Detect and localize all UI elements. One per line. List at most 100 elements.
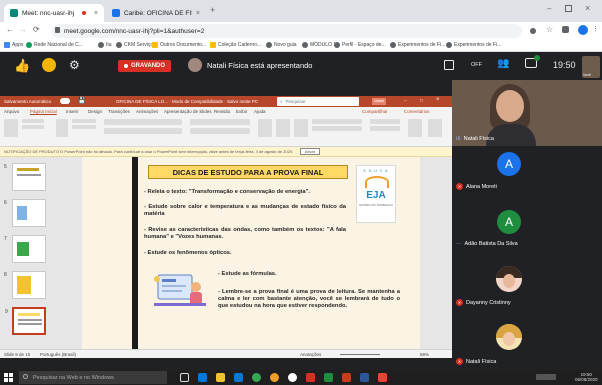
edge-icon[interactable] <box>198 373 207 382</box>
share-button[interactable]: Compartilhar <box>362 109 388 114</box>
participant-tile[interactable]: ··· Adão Batista Da Silva <box>456 241 518 247</box>
quick-styles-icon[interactable] <box>294 119 308 137</box>
dictate-icon[interactable] <box>408 119 422 137</box>
close-window-icon[interactable]: × <box>585 3 590 13</box>
bookmark[interactable]: Novo guia <box>266 42 297 48</box>
ppt-close-icon[interactable]: × <box>436 97 440 103</box>
ppt-user[interactable]: Natali <box>372 98 386 105</box>
notes-button[interactable]: Anotações <box>300 352 321 357</box>
task-view-icon[interactable] <box>180 373 189 382</box>
tab-apresentacao[interactable]: Apresentação de Slides <box>164 109 212 114</box>
ppt-minimize-icon[interactable]: – <box>404 98 407 103</box>
new-slide-icon[interactable] <box>56 119 68 137</box>
menu-dots-icon[interactable]: ⋮ <box>592 25 599 33</box>
tab-design[interactable]: Design <box>88 109 102 114</box>
autosave-toggle[interactable] <box>60 98 70 104</box>
puzzle-icon[interactable] <box>562 26 569 33</box>
minimize-icon[interactable]: – <box>547 4 551 13</box>
tab-ajuda[interactable]: Ajuda <box>254 109 266 114</box>
people-icon[interactable]: 👥 <box>497 58 509 69</box>
acrobat-icon[interactable] <box>342 373 351 382</box>
store-icon[interactable] <box>234 373 243 382</box>
settings-gear-icon[interactable]: ⚙ <box>69 58 80 72</box>
bookmark[interactable]: Experimentos de Fi... <box>446 42 501 48</box>
participant-tile[interactable]: ✕ Dayanny Cristinny <box>456 299 511 306</box>
word-icon[interactable] <box>360 373 369 382</box>
taskbar-clock[interactable]: 19:50 06/08/2020 <box>575 372 598 382</box>
bookmark[interactable]: Perfil - Espaço de... <box>334 42 386 48</box>
tab-inserir[interactable]: Inserir <box>66 109 79 114</box>
windows-start-icon[interactable] <box>4 373 13 382</box>
emoji-face-icon[interactable] <box>42 58 56 72</box>
replace-icon[interactable] <box>370 126 400 131</box>
paste-icon[interactable] <box>4 119 18 137</box>
app-icon[interactable] <box>288 373 297 382</box>
forward-icon[interactable]: → <box>19 25 27 34</box>
tab-meet[interactable]: Meet: nnc-uasr-ihj × <box>4 4 104 22</box>
firefox-icon[interactable] <box>270 373 279 382</box>
participant-tile-camera[interactable]: ılı Natali Física <box>452 80 602 146</box>
shape-outline-icon[interactable] <box>312 126 362 131</box>
back-icon[interactable]: ← <box>6 25 14 34</box>
save-icon[interactable]: 💾 <box>78 97 85 104</box>
bookmark[interactable]: MÓDULO 1 <box>302 42 336 48</box>
layout-icon[interactable] <box>72 119 96 123</box>
bookmark[interactable]: Ita <box>98 42 112 48</box>
tab-exibir[interactable]: Exibir <box>236 109 247 114</box>
slide-thumbnail[interactable]: 6 <box>4 199 46 227</box>
star-icon[interactable]: ☆ <box>546 25 553 34</box>
taskbar-search-input[interactable]: Pesquisar na Web e no Windows <box>19 371 167 384</box>
bookmark-apps[interactable]: Apps <box>4 42 23 48</box>
shape-fill-icon[interactable] <box>312 119 362 124</box>
self-view-thumbnail[interactable]: Você <box>582 56 600 78</box>
bookmark[interactable]: CKM Serviços <box>116 42 156 48</box>
file-explorer-icon[interactable] <box>216 373 225 382</box>
chrome-icon[interactable] <box>252 373 261 382</box>
bookmark[interactable]: Outros Documento... <box>152 42 206 48</box>
tab-animacoes[interactable]: Animações <box>136 109 158 114</box>
reset-icon[interactable] <box>72 125 96 129</box>
slide-thumbnail-selected[interactable]: 9 <box>5 307 46 335</box>
tab-pagina-inicial[interactable]: Página Inicial <box>30 109 57 114</box>
font-family-select[interactable] <box>104 119 182 125</box>
tab-arquivo[interactable]: Arquivo <box>4 109 19 114</box>
bookmark[interactable]: Rede Nacional de C... <box>26 42 83 48</box>
slide-thumbnail[interactable]: 5 <box>4 163 46 191</box>
find-icon[interactable] <box>370 119 400 124</box>
close-tab-icon[interactable]: × <box>196 10 200 17</box>
arrange-icon[interactable] <box>276 119 290 137</box>
url-input[interactable]: meet.google.com/nnc-uasr-ihj?pli=1&authu… <box>52 24 522 38</box>
participant-tile[interactable]: ✕ Natali Física <box>456 358 496 365</box>
activate-button[interactable]: Ativar <box>300 148 320 155</box>
extension-icon[interactable] <box>530 28 536 34</box>
media-icon[interactable] <box>378 373 387 382</box>
copy-icon[interactable] <box>22 125 44 129</box>
shapes-icon[interactable] <box>258 119 272 137</box>
slide-thumbnail[interactable]: 7 <box>4 235 46 263</box>
tab-transicoes[interactable]: Transições <box>108 109 130 114</box>
paragraph-icons[interactable] <box>190 119 250 125</box>
captions-icon[interactable] <box>444 60 454 70</box>
comments-button[interactable]: Comentários <box>404 109 430 114</box>
tab-caribe[interactable]: Caribe: OFICINA DE FÍSICA LO... × <box>106 4 206 22</box>
tab-revisao[interactable]: Revisão <box>214 109 230 114</box>
ppt-search-input[interactable]: ⌕ Pesquisar <box>277 97 359 106</box>
new-tab-icon[interactable]: + <box>210 5 215 15</box>
system-tray-icons[interactable] <box>536 374 556 380</box>
excel-icon[interactable] <box>324 373 333 382</box>
close-tab-icon[interactable]: × <box>94 10 98 17</box>
font-format-icons[interactable] <box>104 128 182 134</box>
slide-thumbnail[interactable]: 8 <box>4 271 46 299</box>
ppt-maximize-icon[interactable]: □ <box>420 98 423 103</box>
raise-hand-icon[interactable]: 👍 <box>14 58 30 74</box>
alignment-icons[interactable] <box>190 128 250 134</box>
designer-icon[interactable] <box>428 119 442 137</box>
reload-icon[interactable]: ⟳ <box>33 25 40 34</box>
participant-tile[interactable]: ✕ Alana Moreti <box>456 183 497 190</box>
maximize-icon[interactable] <box>565 5 572 12</box>
profile-avatar[interactable] <box>578 25 588 35</box>
bookmark[interactable]: Experimentos de Fi... <box>390 42 445 48</box>
cut-icon[interactable] <box>22 119 44 123</box>
current-slide[interactable]: DICAS DE ESTUDO PARA A PROVA FINAL - Rel… <box>82 157 420 349</box>
bookmark[interactable]: Coleção Caderno... <box>210 42 261 48</box>
